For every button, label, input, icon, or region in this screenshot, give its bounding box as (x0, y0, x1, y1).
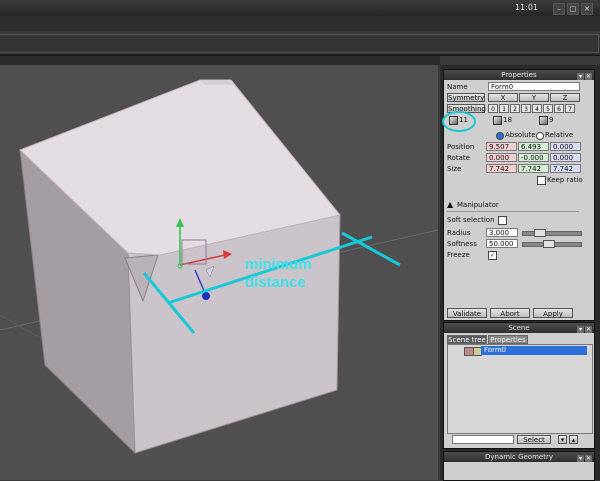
absolute-label: Absolute (505, 131, 536, 139)
size-z-field[interactable]: 7.742 (550, 164, 581, 173)
scroll-down-button[interactable]: ▾ (558, 435, 567, 444)
face-count-icon (539, 116, 548, 125)
name-label: Name (447, 83, 468, 91)
rotate-y-field[interactable]: -0.000 (518, 153, 549, 162)
toolbar (0, 31, 600, 56)
cube-edge (200, 80, 235, 85)
scene-tree[interactable] (447, 344, 593, 434)
size-y-field[interactable]: 7.742 (518, 164, 549, 173)
softness-label: Softness (447, 240, 477, 248)
viewport-canvas[interactable] (0, 65, 438, 480)
rotate-label: Rotate (447, 154, 470, 162)
relative-label: Relative (545, 131, 574, 139)
position-z-field[interactable]: 0.000 (550, 142, 581, 151)
close-button[interactable]: ✕ (581, 3, 593, 15)
symmetry-button[interactable]: Symmetry (447, 93, 485, 102)
tab-scene-tree[interactable]: Scene tree (447, 335, 487, 344)
relative-radio[interactable] (536, 132, 544, 140)
validate-button[interactable]: Validate (447, 308, 487, 318)
position-y-field[interactable]: 6.493 (518, 142, 549, 151)
name-field[interactable]: Form0 (488, 82, 580, 91)
radius-label: Radius (447, 229, 471, 237)
tab-properties[interactable]: Properties (488, 335, 528, 344)
symmetry-y-button[interactable]: Y (519, 93, 549, 102)
toolbar-strip (0, 34, 599, 53)
pin-icon[interactable]: ▾ (577, 326, 584, 333)
annotation-highlight-ellipse (442, 111, 476, 132)
manipulator-label: Manipulator (457, 201, 499, 209)
properties-title: Properties (501, 71, 537, 79)
size-x-field[interactable]: 7.742 (486, 164, 517, 173)
smoothing-level-5[interactable]: 5 (543, 104, 553, 113)
rotate-z-field[interactable]: 0.000 (550, 153, 581, 162)
smoothing-level-7[interactable]: 7 (565, 104, 575, 113)
properties-title-bar: Properties ▾ ✕ (444, 70, 594, 80)
scene-title-bar: Scene ▾ ✕ (444, 323, 594, 333)
dynamic-geometry-panel: Dynamic Geometry ▾ ✕ (443, 451, 595, 481)
edge-count-icon (493, 116, 502, 125)
face-count: 9 (549, 116, 554, 124)
maximize-button[interactable]: □ (567, 3, 579, 15)
smoothing-level-3[interactable]: 3 (521, 104, 531, 113)
softness-slider-knob[interactable] (543, 240, 555, 248)
smoothing-level-6[interactable]: 6 (554, 104, 564, 113)
dynamic-geometry-title: Dynamic Geometry (484, 453, 553, 461)
clock: 11:01 (514, 3, 538, 12)
minimize-button[interactable]: – (553, 3, 565, 15)
radius-slider-knob[interactable] (534, 229, 546, 237)
softness-field[interactable]: 50.000 (486, 239, 518, 248)
menu-bar (0, 16, 600, 32)
size-label: Size (447, 165, 462, 173)
position-label: Position (447, 143, 475, 151)
divider (447, 211, 579, 212)
select-button[interactable]: Select (517, 435, 551, 444)
3d-viewport[interactable] (0, 65, 438, 480)
close-icon[interactable]: ✕ (585, 455, 592, 462)
smoothing-level-0[interactable]: 0 (488, 104, 498, 113)
gizmo-z-handle-icon[interactable] (202, 292, 210, 300)
manipulator-icon: ▲ (447, 200, 454, 209)
absolute-radio[interactable] (496, 132, 504, 140)
scene-search-field[interactable] (452, 435, 514, 444)
freeze-checkbox[interactable]: ✓ (488, 251, 497, 260)
symmetry-z-button[interactable]: Z (550, 93, 580, 102)
viewport-header (0, 56, 440, 65)
annotation-line-1: minimum (245, 256, 312, 273)
title-bar (0, 0, 600, 17)
radius-slider[interactable] (522, 231, 582, 236)
symmetry-x-button[interactable]: X (488, 93, 518, 102)
scene-panel: Scene ▾ ✕ Scene tree Properties Form0 Sel… (443, 322, 595, 449)
freeze-label: Freeze (447, 251, 470, 259)
soft-selection-label: Soft selection (447, 216, 495, 224)
soft-selection-checkbox[interactable] (498, 216, 507, 225)
close-icon[interactable]: ✕ (585, 326, 592, 333)
annotation-line-2: distance (245, 274, 306, 291)
abort-button[interactable]: Abort (490, 308, 530, 318)
rotate-x-field[interactable]: 0.000 (486, 153, 517, 162)
scene-title: Scene (508, 324, 530, 332)
keep-ratio-checkbox[interactable] (537, 176, 546, 185)
position-x-field[interactable]: 9.507 (486, 142, 517, 151)
pin-icon[interactable]: ▾ (577, 455, 584, 462)
annotation-label: minimum distance (245, 256, 312, 292)
pin-icon[interactable]: ▾ (577, 73, 584, 80)
smoothing-level-2[interactable]: 2 (510, 104, 520, 113)
radius-field[interactable]: 3.000 (486, 228, 518, 237)
scroll-up-button[interactable]: ▴ (569, 435, 578, 444)
close-icon[interactable]: ✕ (585, 73, 592, 80)
properties-panel: Properties ▾ ✕ Name Form0 Symmetry X Y Z … (443, 69, 595, 321)
edge-count: 18 (503, 116, 512, 124)
apply-button[interactable]: Apply (533, 308, 573, 318)
dynamic-geometry-title-bar: Dynamic Geometry ▾ ✕ (444, 452, 594, 462)
smoothing-level-4[interactable]: 4 (532, 104, 542, 113)
smoothing-level-1[interactable]: 1 (499, 104, 509, 113)
keep-ratio-label: Keep ratio (547, 176, 583, 184)
scene-item-form0[interactable]: Form0 (481, 346, 587, 355)
